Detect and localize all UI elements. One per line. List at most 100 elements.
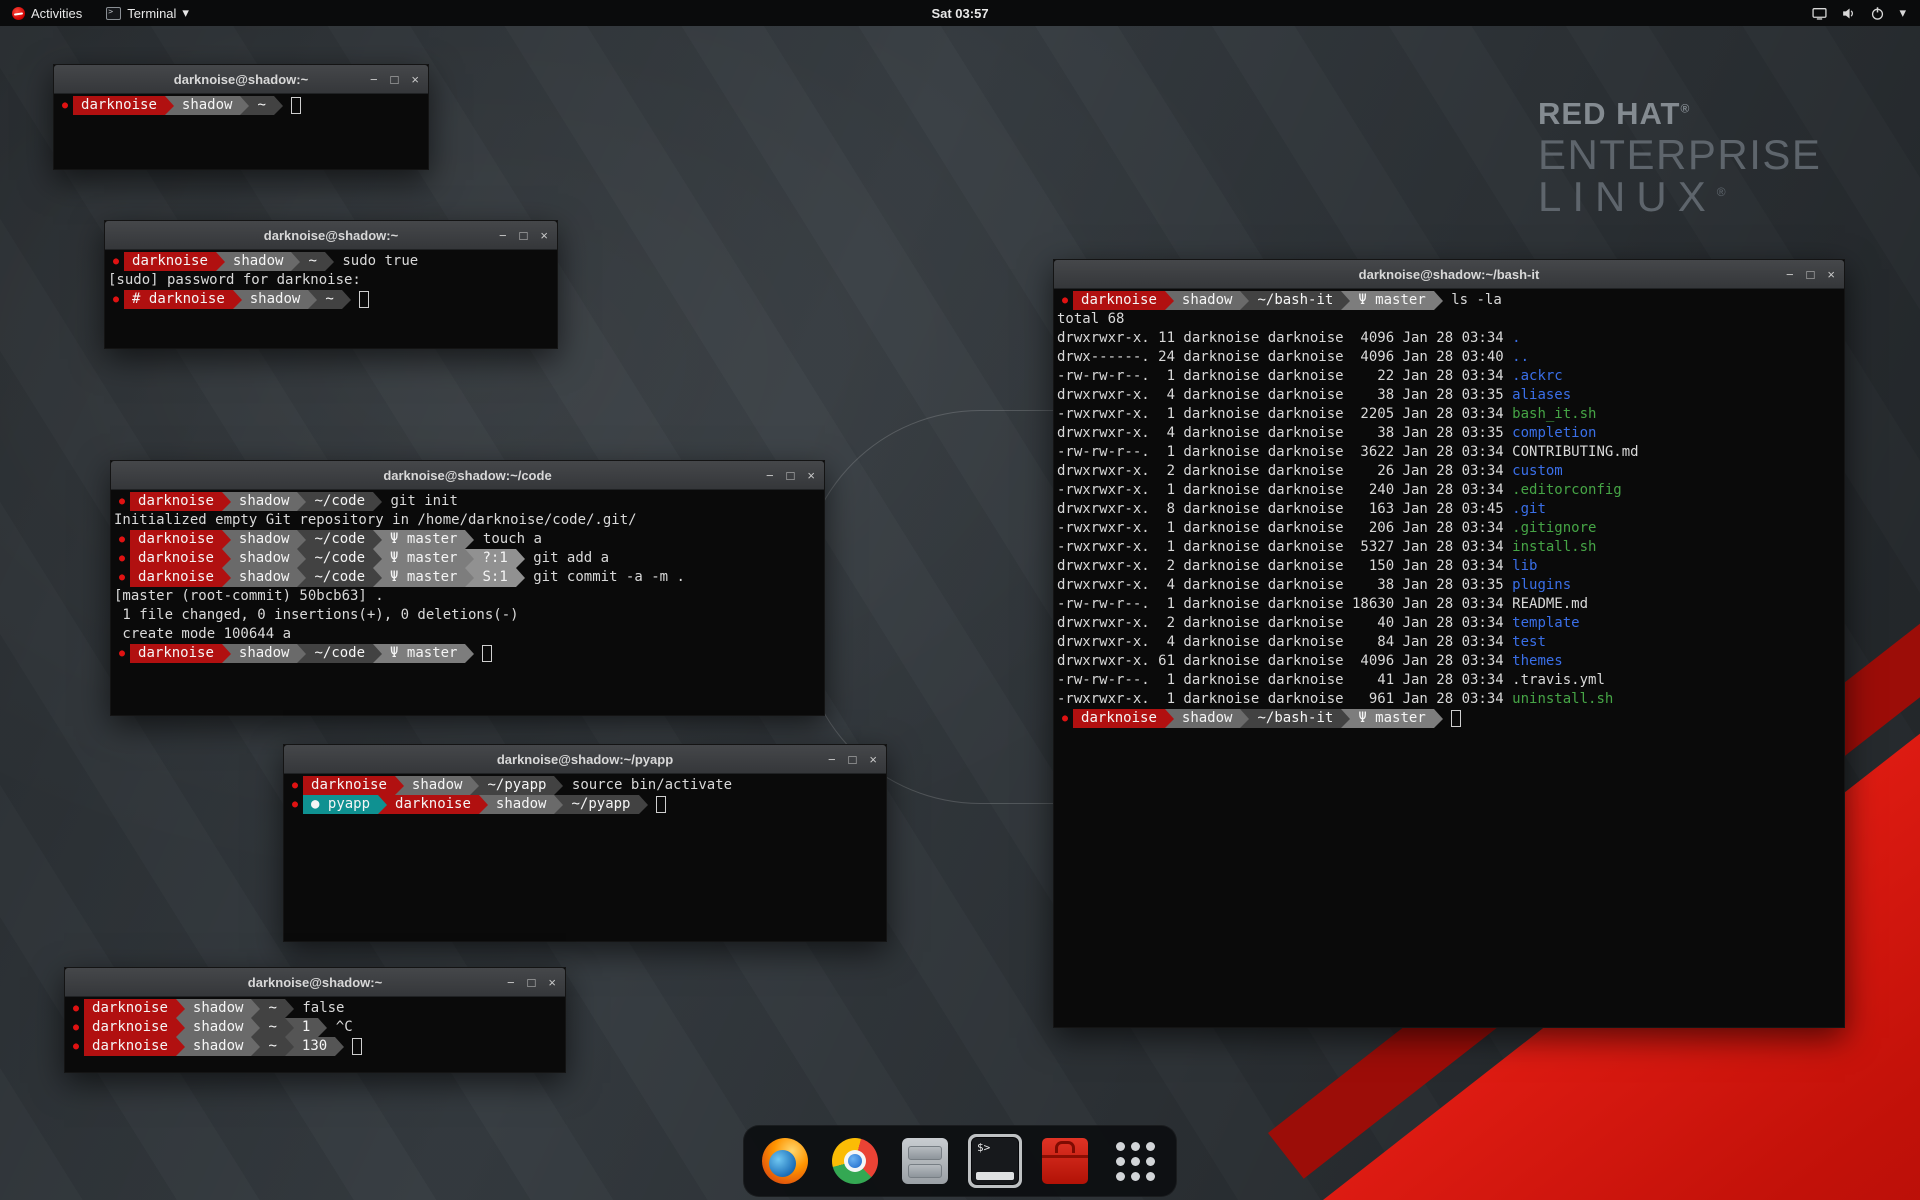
dock-item-chrome[interactable]: [828, 1134, 882, 1188]
powerline-arrow: [342, 290, 351, 309]
user-segment: darknoise: [130, 644, 222, 663]
terminal-text: custom: [1512, 462, 1563, 481]
close-button[interactable]: ×: [548, 975, 556, 990]
terminal-text: drwxrwxr-x. 4 darknoise darknoise 38 Jan…: [1057, 424, 1512, 443]
user-segment: darknoise: [130, 530, 222, 549]
terminal-line: -rwxrwxr-x. 1 darknoise darknoise 240 Ja…: [1057, 481, 1841, 500]
maximize-button[interactable]: □: [1807, 267, 1815, 282]
minimize-button[interactable]: −: [499, 228, 507, 243]
dock-item-terminal[interactable]: $>: [968, 1134, 1022, 1188]
redhat-icon: ●: [114, 492, 130, 511]
terminal-text: drwxrwxr-x. 4 darknoise darknoise 38 Jan…: [1057, 386, 1512, 405]
user-segment: darknoise: [84, 1037, 176, 1056]
minimize-button[interactable]: −: [507, 975, 515, 990]
terminal-text: -rwxrwxr-x. 1 darknoise darknoise 961 Ja…: [1057, 690, 1512, 709]
window-title: darknoise@shadow:~: [174, 72, 308, 87]
path-segment: ~/bash-it: [1249, 709, 1341, 728]
firefox-icon: [762, 1138, 808, 1184]
titlebar[interactable]: darknoise@shadow:~/code − □ ×: [111, 461, 824, 490]
terminal-line: drwxrwxr-x. 4 darknoise darknoise 38 Jan…: [1057, 576, 1841, 595]
minimize-button[interactable]: −: [766, 468, 774, 483]
host-segment: shadow: [231, 644, 298, 663]
dock-item-app-grid[interactable]: [1108, 1134, 1162, 1188]
terminal-line: ●# darknoiseshadow~: [108, 290, 554, 309]
terminal-cursor: [291, 97, 301, 114]
redhat-icon: ●: [68, 1037, 84, 1056]
terminal-glyph: $>: [977, 1141, 990, 1154]
host-segment: shadow: [488, 795, 555, 814]
minimize-button[interactable]: −: [828, 752, 836, 767]
powerline-arrow: [165, 96, 174, 115]
titlebar[interactable]: darknoise@shadow:~ − □ ×: [54, 65, 428, 94]
window-title: darknoise@shadow:~/pyapp: [497, 752, 673, 767]
powerline-arrow: [176, 1037, 185, 1056]
powerline-arrow: [335, 1037, 344, 1056]
maximize-button[interactable]: □: [849, 752, 857, 767]
terminal-text: false: [294, 999, 345, 1018]
maximize-button[interactable]: □: [787, 468, 795, 483]
user-segment: darknoise: [124, 252, 216, 271]
dock-item-firefox[interactable]: [758, 1134, 812, 1188]
terminal-content[interactable]: ●darknoiseshadow~/code git initInitializ…: [111, 490, 824, 665]
terminal-line: ●darknoiseshadow~1 ^C: [68, 1018, 562, 1037]
brand-line-linux: LINUX®: [1538, 176, 1821, 219]
terminal-content[interactable]: ●darknoiseshadow~: [54, 94, 428, 117]
terminal-content[interactable]: ●darknoiseshadow~ false●darknoiseshadow~…: [65, 997, 565, 1058]
dock-item-files[interactable]: [898, 1134, 952, 1188]
dock-item-toolbox[interactable]: [1038, 1134, 1092, 1188]
close-button[interactable]: ×: [869, 752, 877, 767]
system-status-area[interactable]: ▾: [1812, 0, 1920, 26]
git-branch-segment: Ψ master: [382, 530, 465, 549]
terminal-content[interactable]: ●darknoiseshadow~/bash-itΨ master ls -la…: [1054, 289, 1844, 730]
terminal-line: Initialized empty Git repository in /hom…: [114, 511, 821, 530]
terminal-line: 1 file changed, 0 insertions(+), 0 delet…: [114, 606, 821, 625]
close-button[interactable]: ×: [1827, 267, 1835, 282]
redhat-icon: ●: [108, 290, 124, 309]
minimize-button[interactable]: −: [1786, 267, 1794, 282]
titlebar[interactable]: darknoise@shadow:~ − □ ×: [105, 221, 557, 250]
terminal-text: .gitignore: [1512, 519, 1596, 538]
terminal-text: -rw-rw-r--. 1 darknoise darknoise 18630 …: [1057, 595, 1512, 614]
activities-button[interactable]: Activities: [0, 0, 94, 26]
powerline-arrow: [222, 549, 231, 568]
terminal-text: completion: [1512, 424, 1596, 443]
maximize-button[interactable]: □: [528, 975, 536, 990]
dock: $>: [743, 1125, 1177, 1197]
display-icon: [1812, 6, 1827, 21]
power-icon: [1870, 6, 1885, 21]
terminal-line: -rwxrwxr-x. 1 darknoise darknoise 2205 J…: [1057, 405, 1841, 424]
close-button[interactable]: ×: [411, 72, 419, 87]
redhat-icon: ●: [68, 1018, 84, 1037]
terminal-text: drwxrwxr-x. 4 darknoise darknoise 84 Jan…: [1057, 633, 1512, 652]
redhat-icon: ●: [108, 252, 124, 271]
maximize-button[interactable]: □: [520, 228, 528, 243]
terminal-line: create mode 100644 a: [114, 625, 821, 644]
path-segment: ~/code: [306, 549, 373, 568]
host-segment: shadow: [231, 549, 298, 568]
terminal-text: lib: [1512, 557, 1537, 576]
terminal-content[interactable]: ●darknoiseshadow~/pyapp source bin/activ…: [284, 774, 886, 816]
powerline-arrow: [297, 568, 306, 587]
close-button[interactable]: ×: [540, 228, 548, 243]
minimize-button[interactable]: −: [370, 72, 378, 87]
app-menu-terminal[interactable]: Terminal ▾: [94, 0, 201, 26]
path-segment: ~: [317, 290, 341, 309]
terminal-content[interactable]: ●darknoiseshadow~ sudo true[sudo] passwo…: [105, 250, 557, 311]
terminal-text: README.md: [1512, 595, 1588, 614]
user-segment: darknoise: [130, 492, 222, 511]
user-segment: darknoise: [1073, 709, 1165, 728]
terminal-line: -rw-rw-r--. 1 darknoise darknoise 22 Jan…: [1057, 367, 1841, 386]
terminal-text: install.sh: [1512, 538, 1596, 557]
clock[interactable]: Sat 03:57: [931, 6, 988, 21]
window-title: darknoise@shadow:~/code: [383, 468, 551, 483]
registered-mark: ®: [1717, 185, 1737, 199]
powerline-arrow: [378, 795, 387, 814]
terminal-cursor: [1451, 710, 1461, 727]
terminal-line: drwxrwxr-x. 2 darknoise darknoise 150 Ja…: [1057, 557, 1841, 576]
venv-segment: ● pyapp: [303, 795, 378, 814]
titlebar[interactable]: darknoise@shadow:~ − □ ×: [65, 968, 565, 997]
maximize-button[interactable]: □: [391, 72, 399, 87]
titlebar[interactable]: darknoise@shadow:~/pyapp − □ ×: [284, 745, 886, 774]
close-button[interactable]: ×: [807, 468, 815, 483]
titlebar[interactable]: darknoise@shadow:~/bash-it − □ ×: [1054, 260, 1844, 289]
